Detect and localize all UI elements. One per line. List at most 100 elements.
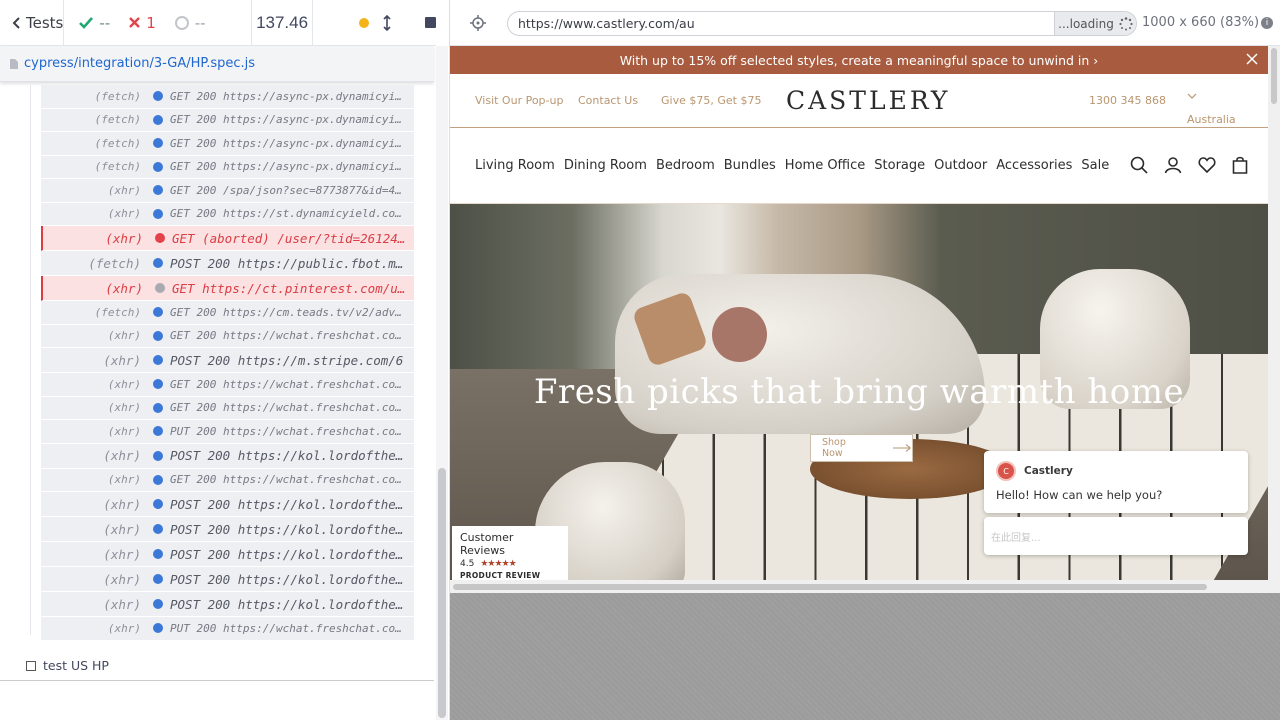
- command-row[interactable]: (fetch) GET 200 https://async-px.dynamicy…: [41, 132, 414, 156]
- reviews-score: 4.5: [460, 559, 475, 569]
- command-row[interactable]: (fetch) GET 200 https://cm.teads.tv/v2/ad…: [41, 301, 414, 325]
- preview-toolbar: https://www.castlery.com/au ...loading 1…: [450, 0, 1280, 46]
- passed-count: --: [99, 13, 111, 32]
- command-row[interactable]: (xhr) GET (aborted) /user/?tid=261244...: [41, 226, 414, 251]
- promo-text: With up to 15% off selected styles, crea…: [619, 52, 1099, 68]
- command-message: GET (aborted) /user/?tid=261244...: [172, 230, 414, 246]
- command-type: (xhr): [105, 280, 143, 296]
- cart-bag-icon[interactable]: [1232, 156, 1248, 174]
- nav-item[interactable]: Bundles: [724, 158, 776, 173]
- nav-item[interactable]: Home Office: [785, 158, 865, 173]
- nav-item[interactable]: Storage: [874, 158, 925, 173]
- test-item[interactable]: test US HP: [26, 658, 109, 673]
- account-icon[interactable]: [1164, 156, 1182, 174]
- referral-link[interactable]: Give $75, Get $75: [661, 94, 761, 107]
- run-stats: -- 1 --: [64, 0, 253, 46]
- loading-indicator: ...loading: [1054, 12, 1136, 35]
- passed-stat[interactable]: --: [78, 14, 110, 32]
- command-message: POST 200 https://kol.lordofthee...: [170, 546, 414, 562]
- command-type: (fetch): [94, 136, 141, 150]
- divider: [0, 680, 434, 681]
- command-row[interactable]: (xhr) POST 200 https://kol.lordofthee...: [41, 542, 414, 567]
- phone-number[interactable]: 1300 345 868: [1089, 94, 1166, 107]
- command-type: (fetch): [94, 160, 141, 174]
- run-duration: 137.46: [252, 0, 313, 46]
- close-icon[interactable]: [1244, 51, 1260, 67]
- request-status-dot-icon: [153, 474, 163, 485]
- promo-banner[interactable]: With up to 15% off selected styles, crea…: [450, 46, 1268, 74]
- command-row[interactable]: (xhr) POST 200 https://kol.lordofthee...: [41, 567, 414, 592]
- shop-now-button[interactable]: Shop Now: [810, 434, 913, 462]
- request-status-dot-icon: [153, 450, 163, 461]
- failed-stat[interactable]: 1: [128, 14, 156, 32]
- status-dot-icon: [359, 17, 369, 28]
- command-message: PUT 200 https://wchat.freshchat.com/ap..…: [170, 621, 414, 635]
- pending-stat[interactable]: --: [174, 14, 206, 32]
- country-selector[interactable]: Australia: [1187, 93, 1236, 126]
- command-row[interactable]: (fetch) GET 200 https://async-px.dynamicy…: [41, 155, 414, 179]
- contact-us-link[interactable]: Contact Us: [578, 94, 638, 107]
- nav-item[interactable]: Living Room: [475, 158, 555, 173]
- command-message: GET 200 https://async-px.dynamicyield...: [170, 136, 414, 150]
- nav-item[interactable]: Dining Room: [564, 158, 647, 173]
- spec-path[interactable]: cypress/integration/3-GA/HP.spec.js: [24, 56, 255, 71]
- request-status-dot-icon: [153, 426, 163, 437]
- spinner-icon: [1119, 16, 1133, 30]
- chat-widget[interactable]: C Castlery Hello! How can we help you?: [984, 451, 1248, 513]
- nav-item[interactable]: Sale: [1081, 158, 1109, 173]
- url-text: https://www.castlery.com/au: [518, 16, 695, 31]
- command-row[interactable]: (xhr) GET 200 /spa/json?sec=8773877&id=45…: [41, 179, 414, 203]
- main-nav: Living Room Dining Room Bedroom Bundles Home…: [450, 128, 1268, 204]
- spec-path-bar: cypress/integration/3-GA/HP.spec.js: [0, 46, 434, 82]
- stop-icon[interactable]: [425, 17, 436, 28]
- command-row[interactable]: (xhr) POST 200 https://kol.lordofthee...: [41, 517, 414, 542]
- command-row[interactable]: (xhr) PUT 200 https://wchat.freshchat.com…: [41, 617, 414, 641]
- nav-item[interactable]: Outdoor: [934, 158, 987, 173]
- back-to-tests-button[interactable]: Tests: [0, 0, 65, 46]
- command-row[interactable]: (xhr) GET 200 https://st.dynamicyield.com…: [41, 202, 414, 226]
- selector-playground-icon[interactable]: [470, 15, 486, 31]
- frame-horizontal-scrollbar-thumb[interactable]: [453, 584, 1207, 590]
- reporter-scrollbar-thumb[interactable]: [438, 468, 446, 718]
- command-row[interactable]: (xhr) GET 200 https://wchat.freshchat.com…: [41, 468, 414, 492]
- search-icon[interactable]: [1130, 156, 1148, 174]
- command-row[interactable]: (xhr) PUT 200 https://wchat.freshchat.com…: [41, 420, 414, 444]
- url-bar[interactable]: https://www.castlery.com/au ...loading: [507, 11, 1137, 36]
- chevron-down-icon: [1187, 93, 1197, 99]
- command-type: (xhr): [103, 546, 141, 562]
- request-status-dot-icon: [153, 161, 163, 172]
- command-message: GET 200 https://wchat.freshchat.com/ap..…: [170, 473, 414, 487]
- autoscroll-icon[interactable]: [383, 14, 391, 31]
- nav-item[interactable]: Bedroom: [656, 158, 715, 173]
- info-icon[interactable]: i: [1261, 17, 1273, 29]
- frame-vertical-scrollbar[interactable]: [1268, 46, 1280, 593]
- file-icon: [10, 58, 18, 69]
- command-row[interactable]: (xhr) POST 200 https://m.stripe.com/6: [41, 348, 414, 373]
- site-logo[interactable]: CASTLERY: [786, 86, 950, 115]
- command-row[interactable]: (xhr) GET https://ct.pinterest.com/us...: [41, 276, 414, 301]
- command-type: (xhr): [103, 596, 141, 612]
- wishlist-heart-icon[interactable]: [1198, 156, 1216, 174]
- command-row[interactable]: (xhr) GET 200 https://wchat.freshchat.com…: [41, 324, 414, 348]
- command-row[interactable]: (xhr) POST 200 https://kol.lordofthee...: [41, 592, 414, 617]
- visit-popup-link[interactable]: Visit Our Pop-up: [475, 94, 563, 107]
- arrow-right-icon: [893, 444, 912, 452]
- customer-reviews-badge[interactable]: Customer Reviews 4.5 ★★★★★ PRODUCT REVIE…: [452, 526, 568, 580]
- pending-count: --: [194, 13, 206, 32]
- command-row[interactable]: (fetch) GET 200 https://async-px.dynamicy…: [41, 85, 414, 109]
- site-header: Visit Our Pop-up Contact Us Give $75, Ge…: [450, 74, 1268, 128]
- nav-item[interactable]: Accessories: [996, 158, 1072, 173]
- chat-reply-input[interactable]: 在此回复...: [984, 517, 1248, 555]
- request-status-dot-icon: [153, 208, 163, 219]
- command-row[interactable]: (xhr) GET 200 https://wchat.freshchat.com…: [41, 373, 414, 397]
- command-row[interactable]: (xhr) POST 200 https://kol.lordofthee...: [41, 443, 414, 469]
- chat-avatar: C: [996, 461, 1016, 481]
- frame-vertical-scrollbar-thumb[interactable]: [1271, 48, 1277, 104]
- command-row[interactable]: (xhr) POST 200 https://kol.lordofthee...: [41, 492, 414, 517]
- request-status-dot-icon: [153, 330, 163, 341]
- request-status-dot-icon: [153, 524, 163, 534]
- command-row[interactable]: (xhr) GET 200 https://wchat.freshchat.com…: [41, 396, 414, 420]
- command-row[interactable]: (fetch) POST 200 https://public.fbot.me..…: [41, 251, 414, 276]
- command-row[interactable]: (fetch) GET 200 https://async-px.dynamicy…: [41, 108, 414, 132]
- command-message: POST 200 https://kol.lordofthee...: [170, 448, 414, 463]
